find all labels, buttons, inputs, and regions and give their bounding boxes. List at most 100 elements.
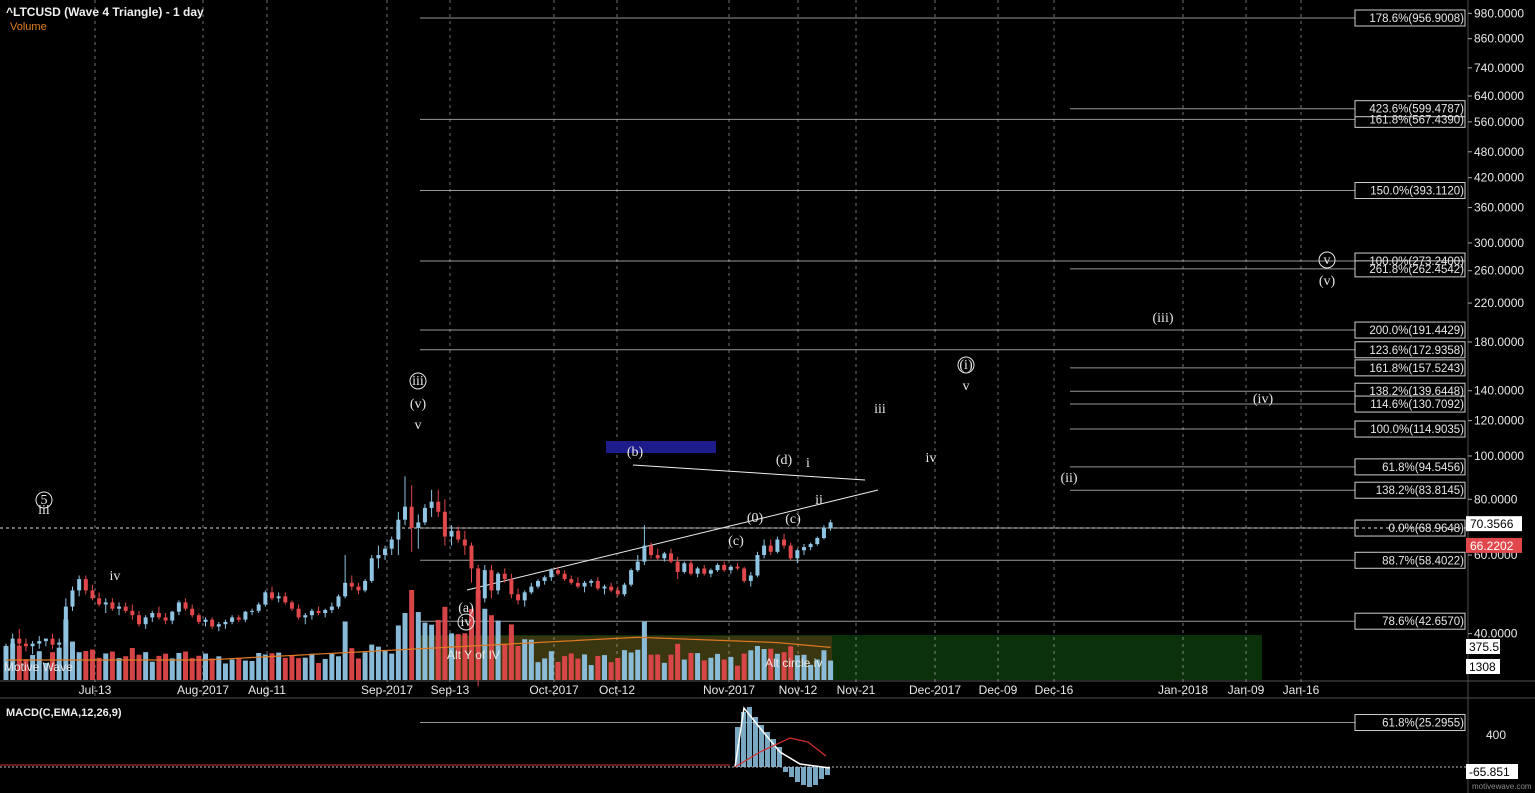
candle-body — [662, 553, 667, 559]
candle-body — [821, 527, 826, 539]
candle-body — [176, 602, 181, 612]
volume-bar — [422, 622, 428, 680]
y-tick-label: 300.0000 — [1474, 236, 1524, 250]
wave-label: iii — [412, 374, 424, 389]
volume-bar — [442, 606, 448, 680]
candle-body — [516, 594, 521, 601]
fib-label: 138.2%(139.6448) — [1369, 386, 1464, 398]
chart-canvas[interactable]: Jul-13 Aug-2017 Aug-11 Sep-2017 Sep-13 Oct-20… — [0, 0, 1535, 793]
volume-bar — [415, 612, 421, 680]
fib-label: 150.0%(393.1120) — [1370, 186, 1464, 198]
candle-body — [283, 596, 288, 603]
volume-bar — [828, 660, 834, 680]
volume-bar — [648, 654, 654, 680]
candle-body — [216, 624, 221, 627]
wave-label: (ii) — [1060, 471, 1077, 486]
volume-bar — [109, 651, 115, 680]
annotation-label: Alt circle iv — [765, 656, 822, 670]
volume-bar — [222, 663, 228, 680]
candle-body — [263, 592, 268, 605]
wave-label: ii — [815, 493, 823, 508]
candle-body — [589, 580, 594, 583]
volume-bar — [602, 655, 607, 680]
macd-histogram-bar — [795, 767, 800, 782]
macd-histogram-bar — [807, 767, 812, 787]
y-tick-label: 420.0000 — [1474, 171, 1524, 185]
candle-body — [336, 596, 341, 607]
volume-bar — [542, 658, 548, 680]
candle-body — [230, 617, 235, 622]
candle-body — [509, 579, 514, 595]
candle-body — [695, 568, 700, 574]
volume-bar — [375, 646, 381, 680]
wave-label: (v) — [410, 397, 427, 412]
volume-bar — [548, 651, 554, 680]
fib-label: 200.0%(191.4429) — [1369, 325, 1464, 337]
candle-body — [416, 522, 421, 528]
candle-body — [602, 586, 607, 589]
volume-bar — [282, 657, 288, 680]
volume-bar — [502, 643, 508, 680]
wave-label: (c) — [785, 512, 801, 527]
x-tick-label: Sep-2017 — [361, 683, 413, 697]
volume-label: Volume — [10, 21, 47, 33]
candle-body — [130, 610, 135, 616]
x-tick-label: Dec-2017 — [909, 683, 961, 697]
candle-body — [775, 539, 780, 552]
candle-body — [708, 570, 713, 574]
volume-bar — [169, 658, 175, 680]
candle-body — [469, 545, 474, 569]
volume-bar — [708, 657, 714, 680]
candle-body — [37, 641, 42, 644]
volume-bar — [635, 649, 641, 680]
wave-label: (0) — [747, 511, 764, 526]
wave-label: (d) — [776, 453, 793, 468]
candle-body — [496, 573, 501, 591]
y-tick-label: 980.0000 — [1474, 6, 1524, 20]
volume-bar — [389, 653, 395, 680]
volume-bar — [675, 643, 681, 680]
volume-bar — [754, 646, 760, 680]
y-tick-label: 360.0000 — [1474, 201, 1524, 215]
candle-body — [203, 619, 208, 622]
volume-bar — [262, 654, 268, 680]
candle-body — [682, 563, 687, 572]
fib-label: 114.6%(130.7092) — [1370, 399, 1464, 411]
volume-bar — [555, 661, 561, 680]
candle-body — [642, 545, 647, 562]
candle-body — [210, 619, 215, 627]
volume-bar — [701, 660, 707, 680]
candle-body — [150, 612, 155, 618]
volume-bar — [203, 653, 208, 680]
macd-value-label: -65.851 — [1469, 765, 1510, 779]
volume-axis-label: 1308 — [1469, 660, 1496, 674]
volume-bar — [316, 663, 322, 680]
candle-body — [276, 596, 281, 599]
x-tick-label: Dec-09 — [979, 683, 1018, 697]
x-tick-label: Jan-09 — [1228, 683, 1265, 697]
candle-body — [250, 610, 255, 612]
volume-bar — [681, 659, 687, 680]
candle-body — [555, 570, 560, 574]
volume-bar — [728, 656, 734, 680]
annotation-label: Motive Wave — [4, 660, 73, 674]
y-tick-label: 260.0000 — [1474, 264, 1524, 278]
candle-body — [343, 582, 348, 597]
x-tick-label: Dec-16 — [1035, 683, 1074, 697]
volume-bar — [595, 656, 601, 680]
volume-bar — [129, 648, 135, 680]
x-tick-label: Aug-11 — [248, 683, 286, 697]
y-tick-label: 480.0000 — [1474, 145, 1524, 159]
candle-body — [489, 570, 494, 591]
candle-body — [502, 573, 507, 580]
candle-body — [389, 539, 394, 549]
candle-body — [728, 566, 733, 571]
candle-body — [170, 611, 175, 621]
y-tick-label: 140.0000 — [1474, 384, 1524, 398]
wave-label: iii — [874, 402, 886, 417]
candle-body — [97, 598, 102, 605]
x-tick-label: Aug-2017 — [177, 683, 229, 697]
volume-bar — [249, 660, 255, 680]
volume-bar — [588, 665, 594, 680]
candle-body — [422, 507, 427, 523]
